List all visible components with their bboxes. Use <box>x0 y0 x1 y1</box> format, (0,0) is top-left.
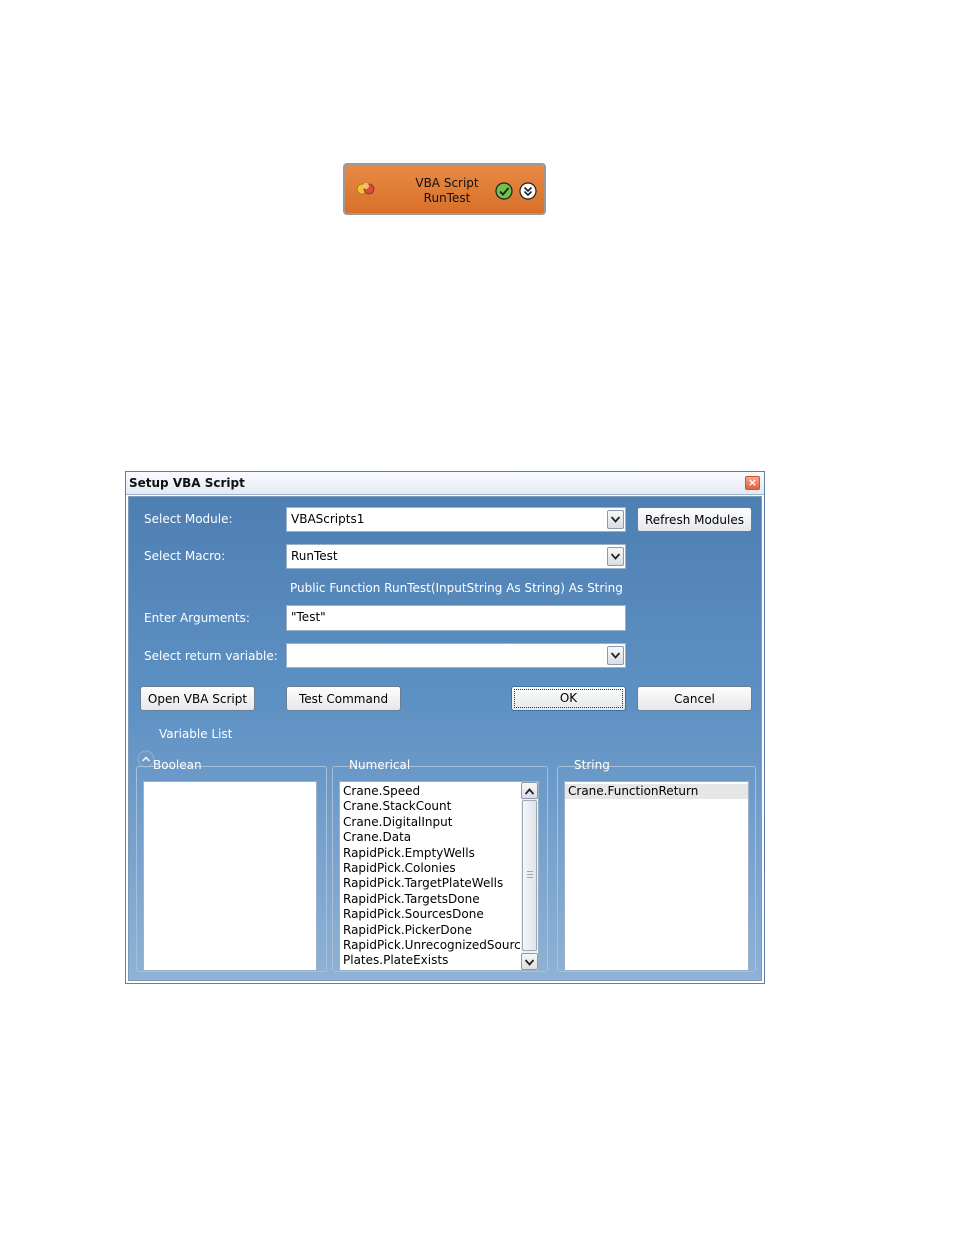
macro-label: Select Macro: <box>144 549 226 563</box>
numerical-list-item[interactable]: RapidPick.SourcesDone <box>340 907 520 922</box>
setup-vba-dialog: Setup VBA Script × Select Module: VBAScr… <box>125 471 765 984</box>
numerical-list-item[interactable]: RapidPick.PickerDone <box>340 923 520 938</box>
macro-value: RunTest <box>291 549 338 563</box>
module-select[interactable]: VBAScripts1 <box>286 507 626 532</box>
numerical-group-title: Numerical <box>349 758 411 772</box>
cancel-button[interactable]: Cancel <box>637 686 752 711</box>
dialog-body: Select Module: VBAScripts1 Refresh Modul… <box>128 496 762 981</box>
string-group: String Crane.FunctionReturn <box>557 758 756 972</box>
open-vba-script-button[interactable]: Open VBA Script <box>140 686 255 711</box>
chevron-down-icon[interactable] <box>607 547 624 566</box>
numerical-list[interactable]: Crane.Speed Crane.StackCount Crane.Digital… <box>339 781 539 971</box>
numerical-list-item[interactable]: RapidPick.Colonies <box>340 861 520 876</box>
chevron-down-icon[interactable] <box>607 646 624 665</box>
ok-button-label: OK <box>514 689 623 708</box>
close-icon[interactable]: × <box>745 476 760 490</box>
numerical-group: Numerical Crane.Speed Crane.StackCount Cra… <box>332 758 548 972</box>
scroll-down-icon[interactable] <box>521 953 538 970</box>
boolean-group-title: Boolean <box>153 758 202 772</box>
dialog-title: Setup VBA Script <box>129 476 245 490</box>
boolean-group: Boolean <box>136 758 327 972</box>
string-list-item[interactable]: Crane.FunctionReturn <box>565 784 748 800</box>
node-title: VBA Script <box>415 176 479 190</box>
macro-signature: Public Function RunTest(InputString As S… <box>290 581 623 595</box>
arguments-label: Enter Arguments: <box>144 611 250 625</box>
macro-select[interactable]: RunTest <box>286 544 626 569</box>
double-chevron-down-icon[interactable] <box>519 182 537 200</box>
module-value: VBAScripts1 <box>291 512 365 526</box>
numerical-list-item[interactable]: RapidPick.UnrecognizedSource <box>340 938 528 953</box>
numerical-list-item[interactable]: Crane.Data <box>340 830 520 845</box>
node-subtitle: RunTest <box>423 191 471 205</box>
dialog-titlebar[interactable]: Setup VBA Script × <box>126 472 764 495</box>
numerical-scrollbar[interactable] <box>521 782 538 970</box>
variable-list-label: Variable List <box>159 727 233 741</box>
numerical-list-item[interactable]: RapidPick.TargetsDone <box>340 892 520 907</box>
numerical-list-item[interactable]: Crane.StackCount <box>340 799 520 814</box>
scroll-up-icon[interactable] <box>521 782 538 799</box>
chevron-down-icon[interactable] <box>607 510 624 529</box>
ok-button[interactable]: OK <box>511 686 626 711</box>
numerical-list-item[interactable]: Crane.Speed <box>340 784 520 799</box>
module-label: Select Module: <box>144 512 233 526</box>
arguments-value: "Test" <box>291 610 326 624</box>
vba-script-node[interactable]: VBA Script RunTest <box>343 163 546 215</box>
numerical-list-item[interactable]: Plates.PlateExists <box>340 953 520 968</box>
numerical-list-item[interactable]: RapidPick.TargetPlateWells <box>340 876 520 891</box>
refresh-modules-button[interactable]: Refresh Modules <box>637 507 752 532</box>
boolean-list[interactable] <box>143 781 317 971</box>
scroll-thumb[interactable] <box>522 800 537 951</box>
node-label: VBA Script RunTest <box>403 176 491 206</box>
arguments-input[interactable]: "Test" <box>286 605 626 631</box>
numerical-list-item[interactable]: Crane.DigitalInput <box>340 815 520 830</box>
return-variable-select[interactable] <box>286 643 626 668</box>
check-circle-icon <box>495 182 513 200</box>
numerical-list-item[interactable]: RapidPick.EmptyWells <box>340 846 520 861</box>
string-group-title: String <box>574 758 610 772</box>
string-list[interactable]: Crane.FunctionReturn <box>564 781 749 971</box>
return-variable-label: Select return variable: <box>144 649 278 663</box>
test-command-button[interactable]: Test Command <box>286 686 401 711</box>
colored-dots-icon <box>356 183 375 195</box>
